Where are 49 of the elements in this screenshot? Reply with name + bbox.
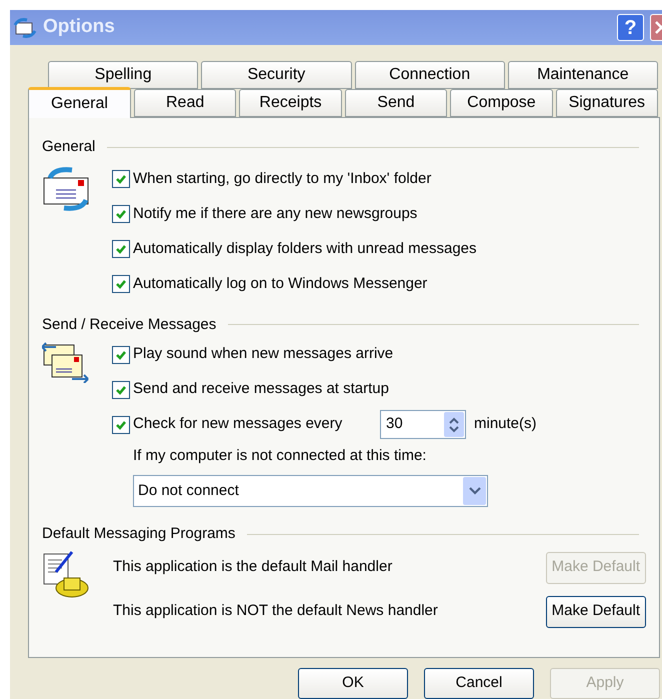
checkmark-icon (115, 278, 127, 290)
checkmark-icon (115, 208, 127, 220)
envelope-arrows-icon (13, 16, 37, 38)
handler-status: This application is the default Mail handler (113, 557, 392, 578)
option-label: Send and receive messages at startup (133, 379, 389, 400)
spin-arrows-icon (449, 416, 459, 434)
tab[interactable]: Maintenance (508, 61, 658, 89)
envelopes-icon (42, 341, 90, 383)
dialog-button[interactable]: Cancel (424, 668, 534, 699)
checkbox[interactable] (112, 380, 130, 398)
tab[interactable]: Read (134, 89, 236, 117)
tab[interactable]: Spelling (48, 61, 198, 89)
checkbox[interactable] (112, 346, 130, 364)
section-title: Default Messaging Programs (42, 524, 236, 544)
option-label: Automatically display folders with unread messages (133, 238, 476, 259)
tab[interactable]: Security (201, 61, 352, 89)
option-label: Play sound when new messages arrive (133, 344, 394, 364)
checkbox[interactable] (112, 205, 130, 223)
unit-label: minute(s) (474, 414, 537, 434)
make-default-button[interactable]: Make Default (546, 596, 646, 628)
help-button[interactable]: ? (617, 14, 644, 41)
checkbox[interactable] (112, 240, 130, 258)
tab[interactable]: Receipts (239, 89, 342, 117)
tab[interactable]: Signatures (556, 89, 658, 117)
tab[interactable]: Send (344, 89, 448, 117)
window-title: Options (43, 15, 115, 40)
option-label: Check for new messages every (133, 414, 342, 434)
handler-status: This application is NOT the default News handler (113, 601, 438, 622)
number-spinner[interactable]: 30 (380, 410, 466, 439)
checkmark-icon (115, 418, 127, 430)
dialog-button[interactable]: OK (298, 668, 408, 699)
dropdown[interactable]: Do not connect (133, 475, 488, 507)
tab[interactable]: General (28, 87, 131, 118)
section-title: General (42, 137, 96, 157)
option-label: Notify me if there are any new newsgroups (133, 204, 418, 224)
option-label: When starting, go directly to my 'Inbox' folder (133, 168, 432, 189)
option-label: Automatically log on to Windows Messenger (133, 274, 428, 294)
checkmark-icon (115, 384, 127, 396)
tab[interactable]: Connection (354, 61, 505, 89)
section-title: Send / Receive Messages (42, 314, 216, 334)
chevron-down-icon (468, 487, 480, 495)
checkmark-icon (115, 173, 127, 185)
checkbox[interactable] (112, 170, 130, 188)
tab[interactable]: Compose (450, 89, 553, 117)
checkmark-icon (115, 243, 127, 255)
field-label: If my computer is not connected at this time: (133, 446, 426, 466)
checkbox[interactable] (112, 275, 130, 293)
checkmark-icon (115, 348, 127, 360)
checkbox[interactable] (112, 416, 130, 434)
